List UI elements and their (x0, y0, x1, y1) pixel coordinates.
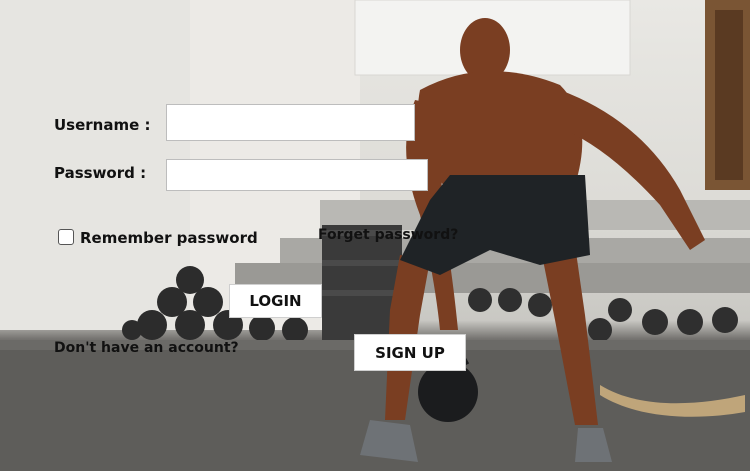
no-account-text: Don't have an account? (54, 340, 239, 356)
remember-checkbox[interactable] (58, 229, 74, 245)
username-label: Username : (54, 116, 151, 134)
password-input[interactable] (166, 159, 428, 191)
signup-button[interactable]: SIGN UP (354, 334, 466, 371)
password-label: Password : (54, 164, 147, 182)
login-button[interactable]: LOGIN (229, 284, 322, 318)
username-input[interactable] (166, 104, 415, 141)
remember-label: Remember password (80, 229, 258, 247)
forget-password-link[interactable]: Forget password? (318, 227, 458, 243)
